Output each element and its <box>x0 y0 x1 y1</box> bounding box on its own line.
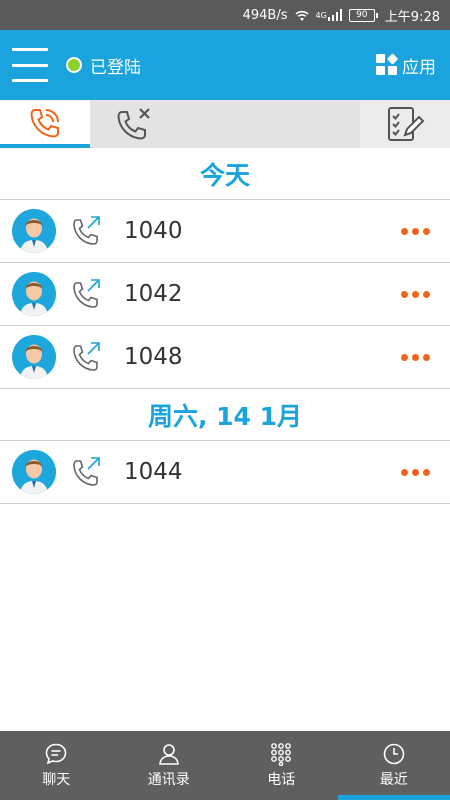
nav-dialpad[interactable]: 电话 <box>225 731 338 800</box>
more-options-icon[interactable] <box>401 348 430 367</box>
battery-level: 90 <box>356 10 368 20</box>
app-header: 已登陆 应用 <box>0 30 450 100</box>
outgoing-call-icon <box>73 342 100 371</box>
status-bar: 494B/s 4G 90 上午9:28 <box>0 0 450 30</box>
more-options-icon[interactable] <box>401 463 430 482</box>
checklist-edit-icon <box>388 107 425 141</box>
nav-label: 电话 <box>267 772 296 788</box>
clock-time: 上午9:28 <box>384 9 440 25</box>
call-row[interactable]: 1044 <box>0 441 450 504</box>
tab-spacer <box>180 100 360 148</box>
outgoing-call-icon <box>73 216 100 245</box>
call-number: 1042 <box>124 281 183 307</box>
nav-recent[interactable]: 最近 <box>337 731 450 800</box>
chat-icon <box>45 743 67 765</box>
phone-calls-icon <box>30 109 59 138</box>
nav-label: 最近 <box>379 772 408 788</box>
tab-edit-list[interactable] <box>360 100 450 148</box>
call-number: 1048 <box>124 344 183 370</box>
signal-type: 4G <box>315 10 327 20</box>
call-filter-tabs <box>0 100 450 148</box>
nav-label: 通讯录 <box>147 772 190 788</box>
avatar <box>12 450 56 494</box>
call-row[interactable]: 1040 <box>0 200 450 263</box>
call-row[interactable]: 1048 <box>0 326 450 389</box>
login-status-label: 已登陆 <box>90 57 141 78</box>
network-speed: 494B/s <box>242 7 288 23</box>
more-options-icon[interactable] <box>401 222 430 241</box>
online-status-icon <box>66 57 82 73</box>
recent-calls-list: 今天 1040 1042 1048 周六, 14 1月 1044 <box>0 148 450 504</box>
wifi-icon <box>294 9 310 22</box>
menu-button[interactable] <box>12 48 48 82</box>
battery-icon: 90 <box>348 8 378 22</box>
more-options-icon[interactable] <box>401 285 430 304</box>
avatar <box>12 272 56 316</box>
tab-missed-calls[interactable] <box>90 100 180 148</box>
outgoing-call-icon <box>73 279 100 308</box>
nav-label: 聊天 <box>42 772 71 788</box>
menu-bar <box>12 63 48 67</box>
avatar <box>12 335 56 379</box>
contacts-icon <box>158 744 179 765</box>
call-number: 1040 <box>124 218 183 244</box>
nav-contacts[interactable]: 通讯录 <box>113 731 226 800</box>
signal-icon: 4G <box>316 9 343 21</box>
outgoing-call-icon <box>73 457 100 486</box>
apps-icon <box>376 53 398 75</box>
clock-icon <box>383 743 405 765</box>
avatar <box>12 209 56 253</box>
call-row[interactable]: 1042 <box>0 263 450 326</box>
dialpad-icon <box>271 743 292 766</box>
nav-chat[interactable]: 聊天 <box>0 731 113 800</box>
apps-button[interactable]: 应用 <box>375 53 436 78</box>
section-header-date: 周六, 14 1月 <box>0 389 450 441</box>
missed-call-icon <box>117 108 150 140</box>
call-number: 1044 <box>124 459 183 485</box>
bottom-navigation: 聊天 通讯录 电话 最近 <box>0 731 450 800</box>
menu-bar <box>12 79 48 82</box>
menu-bar <box>12 48 48 51</box>
apps-label: 应用 <box>402 57 436 78</box>
tab-all-calls[interactable] <box>0 100 90 148</box>
login-status: 已登陆 <box>66 53 141 78</box>
section-header-today: 今天 <box>0 148 450 200</box>
